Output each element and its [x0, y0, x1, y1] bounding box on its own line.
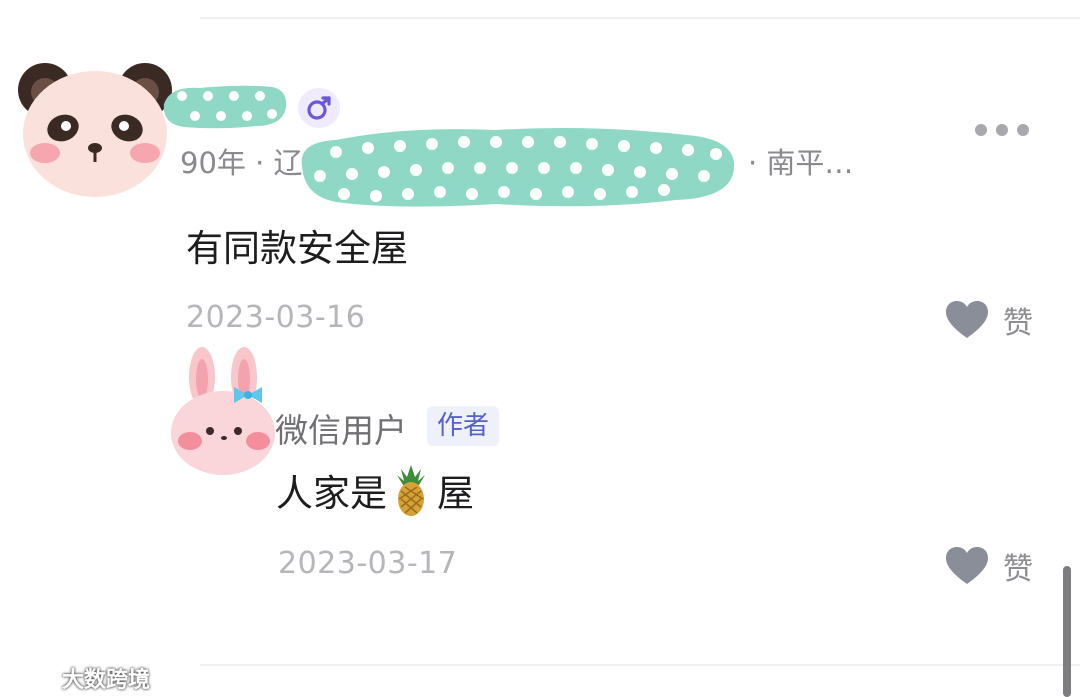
reply-text: 人家是 屋: [276, 463, 474, 517]
watermark: 大数跨境: [10, 662, 150, 694]
username-redaction: [163, 85, 287, 129]
heart-icon: [946, 301, 988, 338]
reply-text-after: 屋: [437, 472, 474, 515]
more-icon[interactable]: [975, 124, 1029, 136]
comment-like-button[interactable]: 赞: [945, 298, 1033, 342]
comment-date: 2023-03-16: [186, 300, 366, 335]
bottom-divider: [200, 664, 1080, 666]
pineapple-emoji: [397, 465, 425, 516]
meta-redaction: [301, 128, 735, 207]
reply-username[interactable]: 微信用户: [275, 404, 407, 452]
commenter-avatar[interactable]: [15, 60, 175, 200]
more-dot: [996, 124, 1008, 136]
watermark-text: 大数跨境: [62, 668, 151, 693]
comment-meta-left: 90年 · 辽: [180, 146, 303, 180]
reply-avatar[interactable]: [168, 345, 278, 475]
more-dot: [1017, 124, 1029, 136]
comment-text: 有同款安全屋: [186, 227, 408, 270]
more-dot: [975, 124, 987, 136]
reply-like-button[interactable]: 赞: [945, 544, 1033, 588]
reply-text-before: 人家是: [276, 472, 387, 515]
reply-date: 2023-03-17: [278, 546, 458, 581]
like-label: 赞: [1003, 552, 1033, 587]
comment-meta-right: · 南平…: [748, 146, 854, 180]
scrollbar[interactable]: [1063, 566, 1071, 697]
watermark-logo-icon: [11, 667, 51, 689]
heart-icon: [946, 547, 988, 584]
top-divider: [200, 17, 1080, 19]
author-badge: 作者: [427, 406, 500, 446]
like-label: 赞: [1003, 306, 1033, 341]
